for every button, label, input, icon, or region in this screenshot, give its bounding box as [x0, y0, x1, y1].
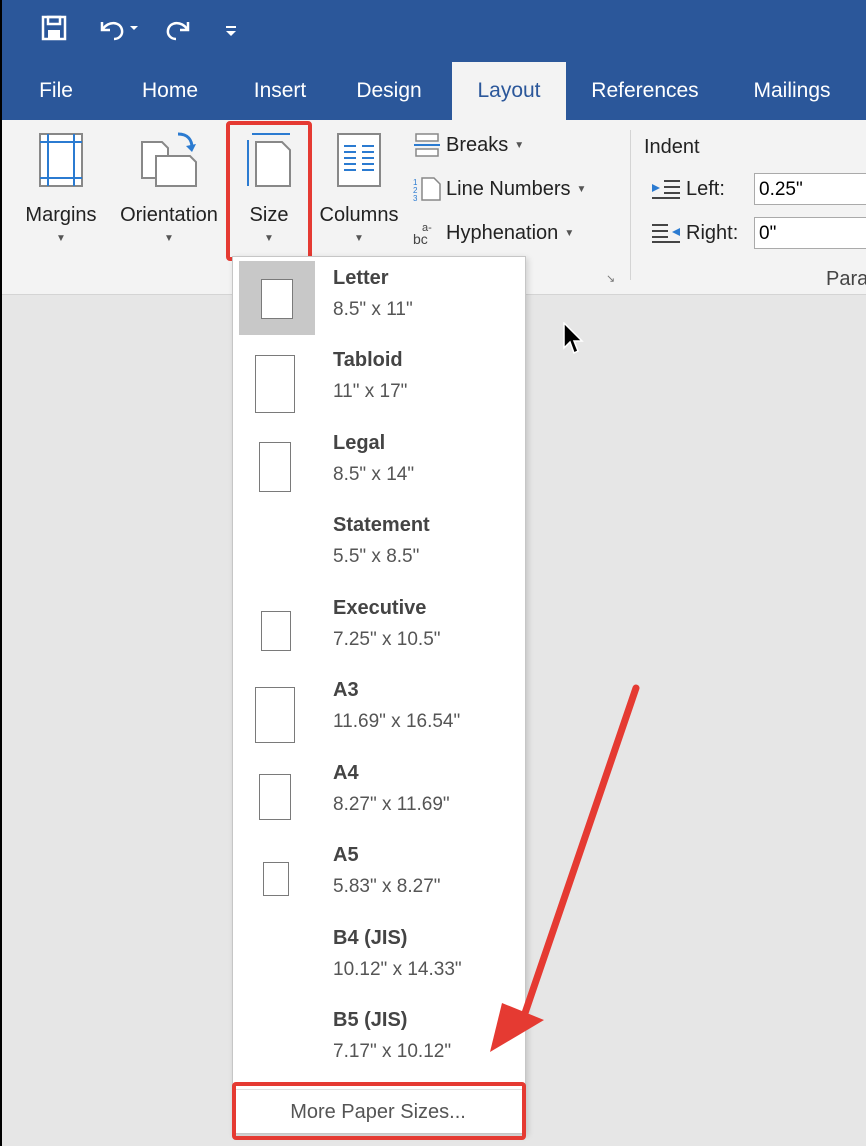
size-option-a4[interactable]: A4 8.27" x 11.69": [233, 752, 523, 834]
indent-right-input[interactable]: 0": [754, 217, 866, 249]
group-separator: [630, 130, 631, 280]
margins-button[interactable]: Margins ▼: [20, 132, 102, 244]
size-dimensions: 7.17" x 10.12": [333, 1041, 452, 1062]
size-name: B4 (JIS): [333, 927, 408, 949]
size-option-tabloid[interactable]: Tabloid 11" x 17": [233, 339, 523, 421]
line-numbers-label: Line Numbers: [446, 177, 571, 200]
hyphenation-icon: a-bc: [412, 220, 442, 247]
page-icon: [261, 279, 293, 319]
hyphenation-button[interactable]: a-bc Hyphenation ▼: [412, 220, 575, 248]
breaks-icon: [412, 132, 442, 158]
size-name: A5: [333, 844, 359, 866]
tab-mailings[interactable]: Mailings: [738, 62, 846, 120]
size-thumb-bg: [239, 838, 315, 912]
size-dimensions: 8.5" x 14": [333, 464, 415, 485]
mouse-cursor-icon: [563, 322, 584, 355]
indent-right-label: Right:: [686, 222, 739, 244]
tab-layout[interactable]: Layout: [452, 62, 566, 120]
columns-label: Columns: [319, 204, 399, 226]
tab-design[interactable]: Design: [346, 62, 432, 120]
page-setup-launcher-icon[interactable]: ↘: [606, 272, 615, 285]
indent-right-icon: [650, 222, 682, 249]
size-thumb-bg: [239, 591, 315, 665]
size-option-legal[interactable]: Legal 8.5" x 14": [233, 422, 523, 504]
size-option-letter[interactable]: Letter 8.5" x 11": [233, 257, 523, 339]
page-icon: [263, 862, 289, 896]
page-icon: [259, 774, 291, 820]
size-dimensions: 8.27" x 11.69": [333, 794, 450, 815]
breaks-label: Breaks: [446, 133, 509, 156]
paragraph-group-label: Para: [826, 268, 866, 290]
page-icon: [259, 442, 291, 492]
line-numbers-button[interactable]: 123 Line Numbers ▼: [412, 176, 587, 203]
page-icon: [255, 687, 295, 743]
columns-icon: [337, 133, 381, 187]
size-name: A4: [333, 762, 359, 784]
svg-text:3: 3: [413, 194, 418, 202]
indent-left-icon: [650, 178, 682, 205]
size-highlight-box: [226, 121, 312, 261]
chevron-down-icon: ▼: [564, 227, 575, 239]
size-thumb-bg: [239, 261, 315, 335]
size-dimensions: 10.12" x 14.33": [333, 959, 462, 980]
size-option-a3[interactable]: A3 11.69" x 16.54": [233, 669, 523, 751]
orientation-label: Orientation: [120, 204, 218, 226]
margins-icon: [39, 133, 83, 187]
undo-icon[interactable]: [96, 14, 140, 48]
indent-title: Indent: [644, 136, 700, 158]
size-dimensions: 5.83" x 8.27": [333, 876, 441, 897]
indent-left-label: Left:: [686, 178, 725, 200]
svg-text:bc: bc: [413, 231, 428, 246]
tab-references[interactable]: References: [582, 62, 708, 120]
tab-file[interactable]: File: [24, 62, 88, 120]
tab-insert[interactable]: Insert: [240, 62, 320, 120]
chevron-down-icon: ▼: [164, 233, 174, 244]
size-dimensions: 8.5" x 11": [333, 299, 413, 320]
size-dimensions: 5.5" x 8.5": [333, 546, 420, 567]
size-dimensions: 7.25" x 10.5": [333, 629, 441, 650]
size-name: A3: [333, 679, 359, 701]
size-thumb-bg: [239, 343, 315, 417]
tab-home[interactable]: Home: [128, 62, 212, 120]
size-thumb-bg: [239, 673, 315, 747]
size-option-b4-jis[interactable]: B4 (JIS) 10.12" x 14.33": [233, 917, 523, 999]
size-name: Legal: [333, 432, 386, 454]
save-icon[interactable]: [40, 14, 68, 48]
size-option-b5-jis[interactable]: B5 (JIS) 7.17" x 10.12": [233, 999, 523, 1081]
size-dropdown: Letter 8.5" x 11" Tabloid 11" x 17" Lega…: [232, 256, 526, 1134]
size-option-a5[interactable]: A5 5.83" x 8.27": [233, 834, 523, 916]
orientation-button[interactable]: Orientation ▼: [110, 130, 228, 244]
line-numbers-icon: 123: [412, 176, 442, 203]
hyphenation-label: Hyphenation: [446, 221, 559, 244]
size-name: B5 (JIS): [333, 1009, 408, 1031]
ribbon-tabs: File Home Insert Design Layout Reference…: [2, 62, 866, 120]
size-name: Tabloid: [333, 349, 403, 371]
chevron-down-icon: ▼: [514, 139, 525, 151]
orientation-icon: [141, 132, 197, 187]
more-sizes-highlight-box: [232, 1082, 526, 1140]
customize-qat-icon[interactable]: [224, 14, 240, 48]
size-name: Letter: [333, 267, 389, 289]
size-name: Statement: [333, 514, 430, 536]
size-dimensions: 11" x 17": [333, 381, 408, 402]
redo-icon[interactable]: [164, 14, 194, 48]
size-thumb-bg: [239, 426, 315, 500]
margins-label: Margins: [25, 204, 97, 226]
chevron-down-icon: ▼: [354, 233, 364, 244]
chevron-down-icon: ▼: [576, 183, 587, 195]
page-icon: [261, 611, 291, 651]
chevron-down-icon: ▼: [56, 233, 66, 244]
breaks-button[interactable]: Breaks ▼: [412, 132, 524, 158]
size-thumb-bg: [239, 756, 315, 830]
size-name: Executive: [333, 597, 427, 619]
size-option-statement[interactable]: Statement 5.5" x 8.5": [233, 504, 523, 586]
word-window: File Home Insert Design Layout Reference…: [2, 0, 866, 1146]
page-icon: [255, 355, 295, 413]
size-dimensions: 11.69" x 16.54": [333, 711, 461, 732]
title-bar: [2, 0, 866, 62]
indent-left-input[interactable]: 0.25": [754, 173, 866, 205]
size-option-executive[interactable]: Executive 7.25" x 10.5": [233, 587, 523, 669]
columns-button[interactable]: Columns ▼: [312, 132, 406, 244]
